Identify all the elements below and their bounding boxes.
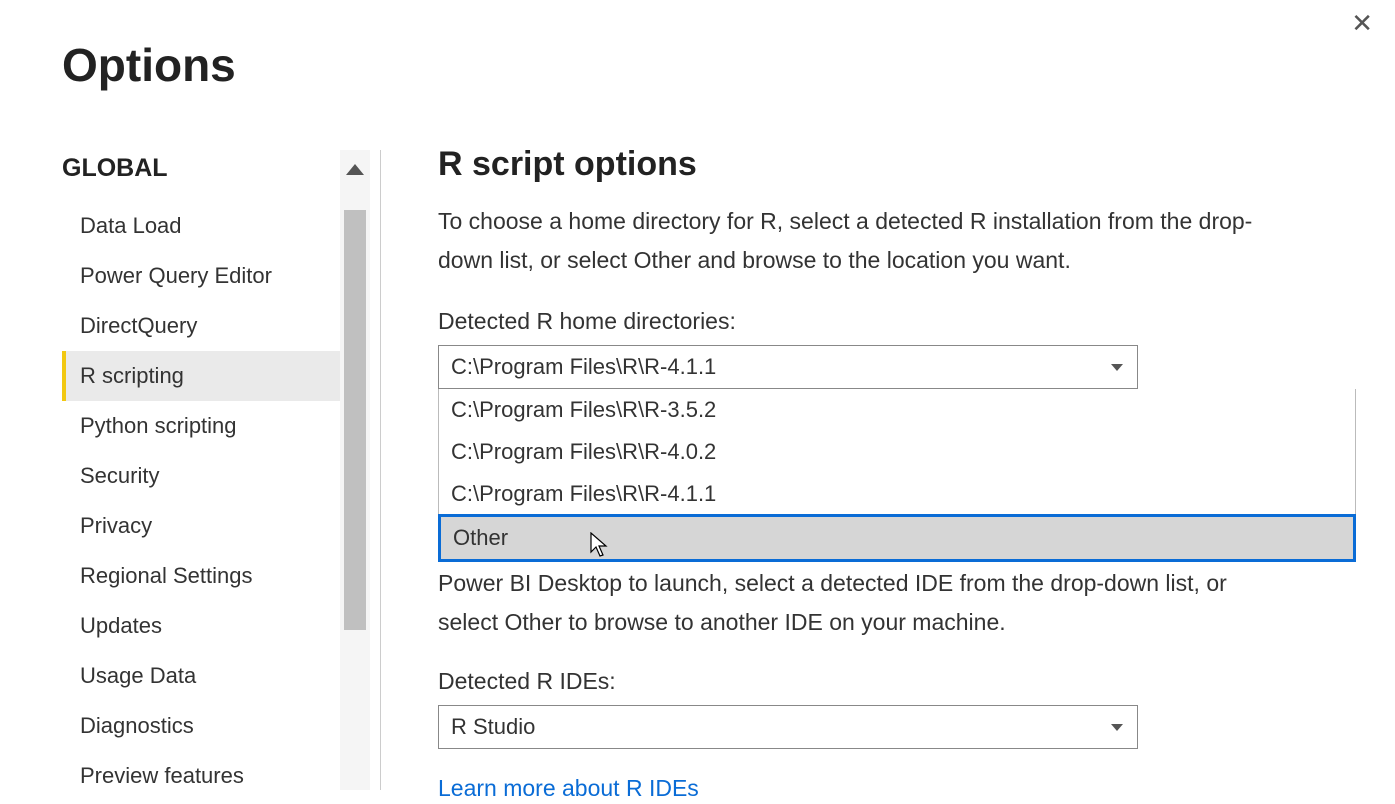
learn-more-link[interactable]: Learn more about R IDEs: [438, 775, 699, 802]
home-dir-selected-value: C:\Program Files\R\R-4.1.1: [451, 354, 716, 380]
home-dir-option[interactable]: C:\Program Files\R\R-4.0.2: [439, 431, 1355, 473]
sidebar-item-regional-settings[interactable]: Regional Settings: [62, 551, 370, 601]
ide-label: Detected R IDEs:: [438, 668, 1358, 695]
content-heading: R script options: [438, 145, 1358, 184]
sidebar-item-security[interactable]: Security: [62, 451, 370, 501]
sidebar-item-privacy[interactable]: Privacy: [62, 501, 370, 551]
home-dir-select[interactable]: C:\Program Files\R\R-4.1.1: [438, 345, 1138, 389]
scroll-thumb[interactable]: [344, 210, 366, 630]
content-panel: R script options To choose a home direct…: [438, 145, 1358, 802]
chevron-down-icon: [1111, 364, 1123, 371]
sidebar-item-usage-data[interactable]: Usage Data: [62, 651, 370, 701]
sidebar-scrollbar[interactable]: [340, 150, 370, 790]
sidebar: GLOBAL Data Load Power Query Editor Dire…: [62, 150, 370, 790]
ide-selected-value: R Studio: [451, 714, 535, 740]
scroll-up-icon[interactable]: [346, 164, 364, 175]
sidebar-item-directquery[interactable]: DirectQuery: [62, 301, 370, 351]
content-description: To choose a home directory for R, select…: [438, 202, 1278, 280]
sidebar-item-preview-features[interactable]: Preview features: [62, 751, 370, 801]
home-dir-select-wrapper: C:\Program Files\R\R-4.1.1 C:\Program Fi…: [438, 345, 1358, 389]
sidebar-section-global: GLOBAL: [62, 150, 370, 201]
ide-description-line2: select Other to browse to another IDE on…: [438, 603, 1278, 642]
ide-description-line1: Power BI Desktop to launch, select a det…: [438, 564, 1278, 603]
ide-select[interactable]: R Studio: [438, 705, 1138, 749]
chevron-down-icon: [1111, 724, 1123, 731]
home-dir-option[interactable]: C:\Program Files\R\R-4.1.1: [439, 473, 1355, 515]
sidebar-item-power-query-editor[interactable]: Power Query Editor: [62, 251, 370, 301]
home-dir-label: Detected R home directories:: [438, 308, 1358, 335]
sidebar-item-data-load[interactable]: Data Load: [62, 201, 370, 251]
dialog-title: Options: [62, 38, 236, 92]
home-dir-dropdown: C:\Program Files\R\R-3.5.2 C:\Program Fi…: [438, 389, 1356, 562]
sidebar-item-updates[interactable]: Updates: [62, 601, 370, 651]
home-dir-option[interactable]: C:\Program Files\R\R-3.5.2: [439, 389, 1355, 431]
vertical-divider: [380, 150, 381, 790]
close-icon: ✕: [1351, 8, 1373, 38]
close-button[interactable]: ✕: [1351, 10, 1373, 36]
sidebar-item-diagnostics[interactable]: Diagnostics: [62, 701, 370, 751]
sidebar-item-r-scripting[interactable]: R scripting: [62, 351, 370, 401]
sidebar-item-python-scripting[interactable]: Python scripting: [62, 401, 370, 451]
home-dir-option-other[interactable]: Other: [438, 514, 1356, 562]
